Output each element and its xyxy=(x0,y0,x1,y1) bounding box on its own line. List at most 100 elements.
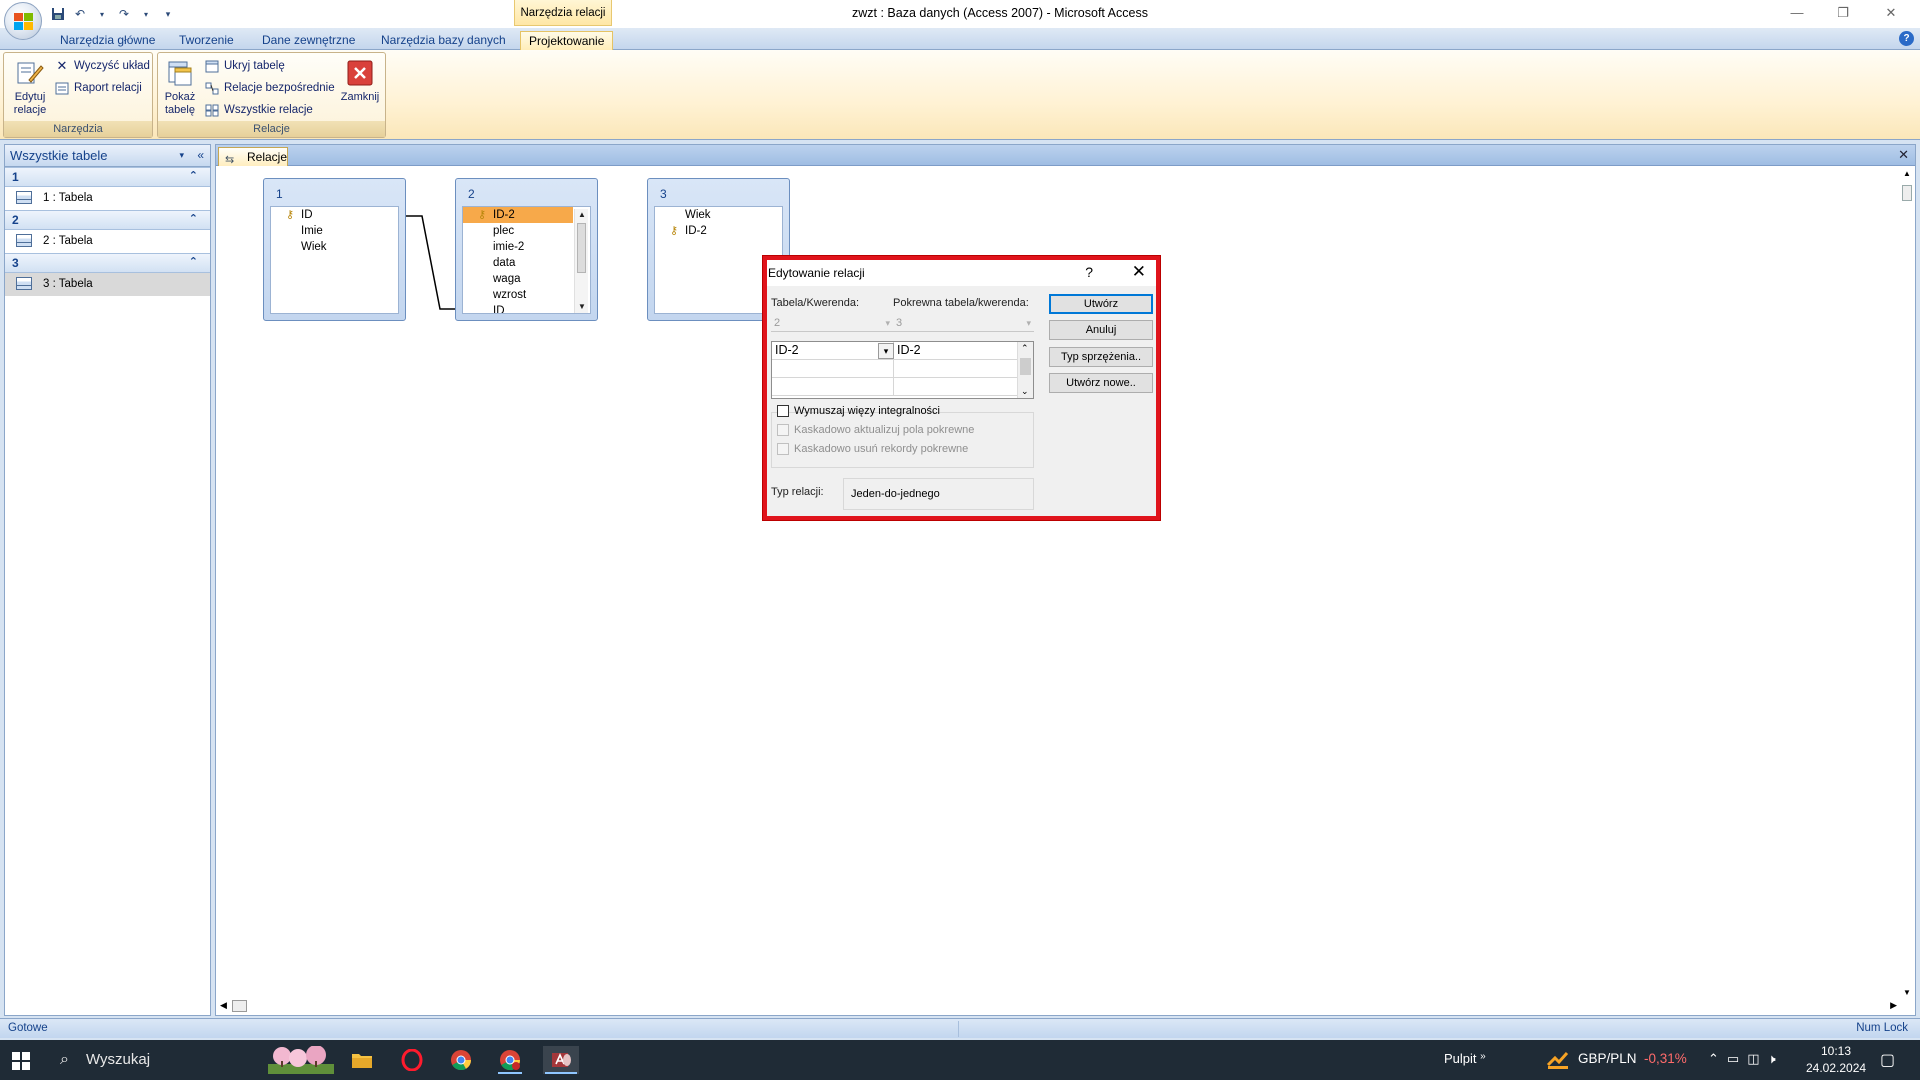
nav-item-table-3[interactable]: 3 : Tabela xyxy=(5,273,210,296)
grid-empty-cell[interactable] xyxy=(772,378,894,396)
grid-empty-cell[interactable] xyxy=(772,360,894,378)
chrome-icon[interactable] xyxy=(447,1046,475,1074)
notification-icon[interactable]: ▢ xyxy=(1880,1050,1895,1070)
field-item[interactable]: plec xyxy=(463,223,590,239)
grid-empty-cell[interactable] xyxy=(894,378,1019,396)
grid-right-field[interactable]: ID-2 xyxy=(894,342,1019,360)
field-item[interactable]: data xyxy=(463,255,590,271)
access-app-icon[interactable] xyxy=(543,1046,579,1074)
dialog-close-icon[interactable]: ✕ xyxy=(1132,262,1146,282)
clock[interactable]: 10:13 24.02.2024 xyxy=(1806,1043,1866,1077)
close-window-button[interactable]: ✕ xyxy=(1868,2,1914,24)
join-type-button[interactable]: Typ sprzężenia.. xyxy=(1049,347,1153,367)
field-item[interactable]: ID xyxy=(463,303,590,313)
scroll-thumb[interactable] xyxy=(577,223,586,273)
enforce-integrity-checkbox[interactable]: Wymuszaj więzy integralności xyxy=(777,405,940,419)
cancel-button[interactable]: Anuluj xyxy=(1049,320,1153,340)
field-item-selected[interactable]: ⚷ ID-2 xyxy=(463,207,573,223)
tab-external-data[interactable]: Dane zewnętrzne xyxy=(254,31,363,50)
field-item[interactable]: Wiek xyxy=(271,239,398,255)
taskbar-search[interactable]: ⌕ Wyszukaj xyxy=(58,1049,150,1071)
scroll-right-icon[interactable]: ▶ xyxy=(1890,1000,1897,1011)
field-item[interactable]: ⚷ ID-2 xyxy=(655,223,782,239)
dialog-help-button[interactable]: ? xyxy=(1085,264,1093,280)
show-hidden-icons-icon[interactable]: ⌃ xyxy=(1708,1051,1719,1067)
nav-dropdown-icon[interactable]: ▾ xyxy=(179,150,184,161)
scroll-down-icon[interactable]: ▼ xyxy=(575,301,589,313)
nav-group-3[interactable]: 3 ⌃ xyxy=(5,253,210,273)
direct-relations-button[interactable]: Relacje bezpośrednie xyxy=(204,79,335,97)
grid-scrollbar[interactable]: ⌃ ⌄ xyxy=(1017,342,1033,398)
create-button[interactable]: Utwórz xyxy=(1049,294,1153,314)
restore-button[interactable]: ❐ xyxy=(1820,2,1866,24)
redo-dropdown-icon[interactable]: ▾ xyxy=(138,6,154,22)
scroll-thumb[interactable] xyxy=(1020,358,1031,375)
create-new-button[interactable]: Utwórz nowe.. xyxy=(1049,373,1153,393)
field-list-scrollbar[interactable]: ▲ ▼ xyxy=(574,209,588,313)
help-icon[interactable]: ? xyxy=(1899,31,1914,46)
tab-database-tools[interactable]: Narzędzia bazy danych xyxy=(373,31,514,50)
collapse-group-icon[interactable]: ⌃ xyxy=(189,255,198,268)
table-window-2[interactable]: 2 ⚷ ID-2 plec imie-2 data waga wzrost ID … xyxy=(455,178,598,321)
customize-toolbar-icon[interactable]: ▾ xyxy=(160,6,176,22)
close-document-icon[interactable]: ✕ xyxy=(1898,147,1909,163)
field-item[interactable]: ⚷ ID xyxy=(271,207,398,223)
scroll-up-icon[interactable]: ▲ xyxy=(575,209,589,221)
checkbox-icon[interactable] xyxy=(777,405,789,417)
save-icon[interactable] xyxy=(50,6,66,22)
display-icon[interactable]: ◫ xyxy=(1747,1051,1759,1067)
file-explorer-icon[interactable] xyxy=(348,1046,376,1074)
table-window-1[interactable]: 1 ⚷ ID Imie Wiek xyxy=(263,178,406,321)
field-dropdown-icon[interactable]: ▾ xyxy=(878,343,894,359)
document-horizontal-scrollbar[interactable]: ◀ ▶ xyxy=(216,998,1901,1015)
all-relations-button[interactable]: Wszystkie relacje xyxy=(204,101,313,119)
grid-left-field[interactable]: ID-2 xyxy=(772,342,894,360)
nav-group-2[interactable]: 2 ⌃ xyxy=(5,210,210,230)
clear-layout-button[interactable]: ✕ Wyczyść układ xyxy=(54,57,150,75)
chrome-profile-icon[interactable] xyxy=(496,1046,524,1074)
network-icon[interactable]: ▭ xyxy=(1727,1051,1739,1067)
scroll-up-icon[interactable]: ⌃ xyxy=(1021,343,1029,354)
currency-pair[interactable]: GBP/PLN xyxy=(1578,1051,1637,1066)
tab-create[interactable]: Tworzenie xyxy=(171,31,242,50)
collapse-group-icon[interactable]: ⌃ xyxy=(189,212,198,225)
undo-dropdown-icon[interactable]: ▾ xyxy=(94,6,110,22)
scroll-left-icon[interactable]: ◀ xyxy=(220,1000,227,1011)
tab-design[interactable]: Projektowanie xyxy=(520,31,614,50)
minimize-button[interactable]: — xyxy=(1774,2,1820,24)
nav-collapse-icon[interactable]: « xyxy=(197,148,204,162)
undo-icon[interactable]: ↶ xyxy=(72,6,88,22)
nav-item-table-1[interactable]: 1 : Tabela xyxy=(5,187,210,210)
nav-group-1[interactable]: 1 ⌃ xyxy=(5,167,210,187)
field-item[interactable]: wzrost xyxy=(463,287,590,303)
scroll-thumb[interactable] xyxy=(1902,185,1912,201)
nav-pane-header[interactable]: Wszystkie tabele ▾ « xyxy=(5,145,210,167)
office-button[interactable] xyxy=(4,2,42,40)
field-item[interactable]: waga xyxy=(463,271,590,287)
field-item[interactable]: Wiek xyxy=(655,207,782,223)
dialog-title-bar: Edytowanie relacji ? ✕ xyxy=(767,260,1156,286)
scroll-down-icon[interactable]: ⌄ xyxy=(1021,386,1029,397)
nav-item-table-2[interactable]: 2 : Tabela xyxy=(5,230,210,253)
desktop-toolbar[interactable]: Pulpit » xyxy=(1444,1051,1486,1066)
volume-icon[interactable]: 🕨 xyxy=(1768,1051,1776,1067)
opera-icon[interactable] xyxy=(398,1046,426,1074)
relation-report-button[interactable]: Raport relacji xyxy=(54,79,142,97)
edit-relations-button[interactable]: Edytuj relacje xyxy=(7,57,53,117)
close-relations-button[interactable]: Zamknij xyxy=(338,57,382,104)
currency-widget-icon[interactable] xyxy=(1546,1049,1570,1074)
tab-home[interactable]: Narzędzia główne xyxy=(52,31,163,50)
windows-start-icon[interactable] xyxy=(12,1052,30,1070)
collapse-group-icon[interactable]: ⌃ xyxy=(189,169,198,182)
field-item[interactable]: Imie xyxy=(271,223,398,239)
redo-icon[interactable]: ↷ xyxy=(116,6,132,22)
show-table-button[interactable]: Pokaż tabelę xyxy=(160,57,200,117)
field-item[interactable]: imie-2 xyxy=(463,239,590,255)
scroll-up-icon[interactable]: ▲ xyxy=(1903,169,1911,178)
scroll-down-icon[interactable]: ▼ xyxy=(1903,988,1911,997)
grid-empty-cell[interactable] xyxy=(894,360,1019,378)
scroll-thumb[interactable] xyxy=(232,1000,247,1012)
document-vertical-scrollbar[interactable]: ▲ ▼ xyxy=(1899,166,1915,999)
hide-table-button[interactable]: Ukryj tabelę xyxy=(204,57,285,75)
search-highlight-image[interactable] xyxy=(266,1046,336,1074)
